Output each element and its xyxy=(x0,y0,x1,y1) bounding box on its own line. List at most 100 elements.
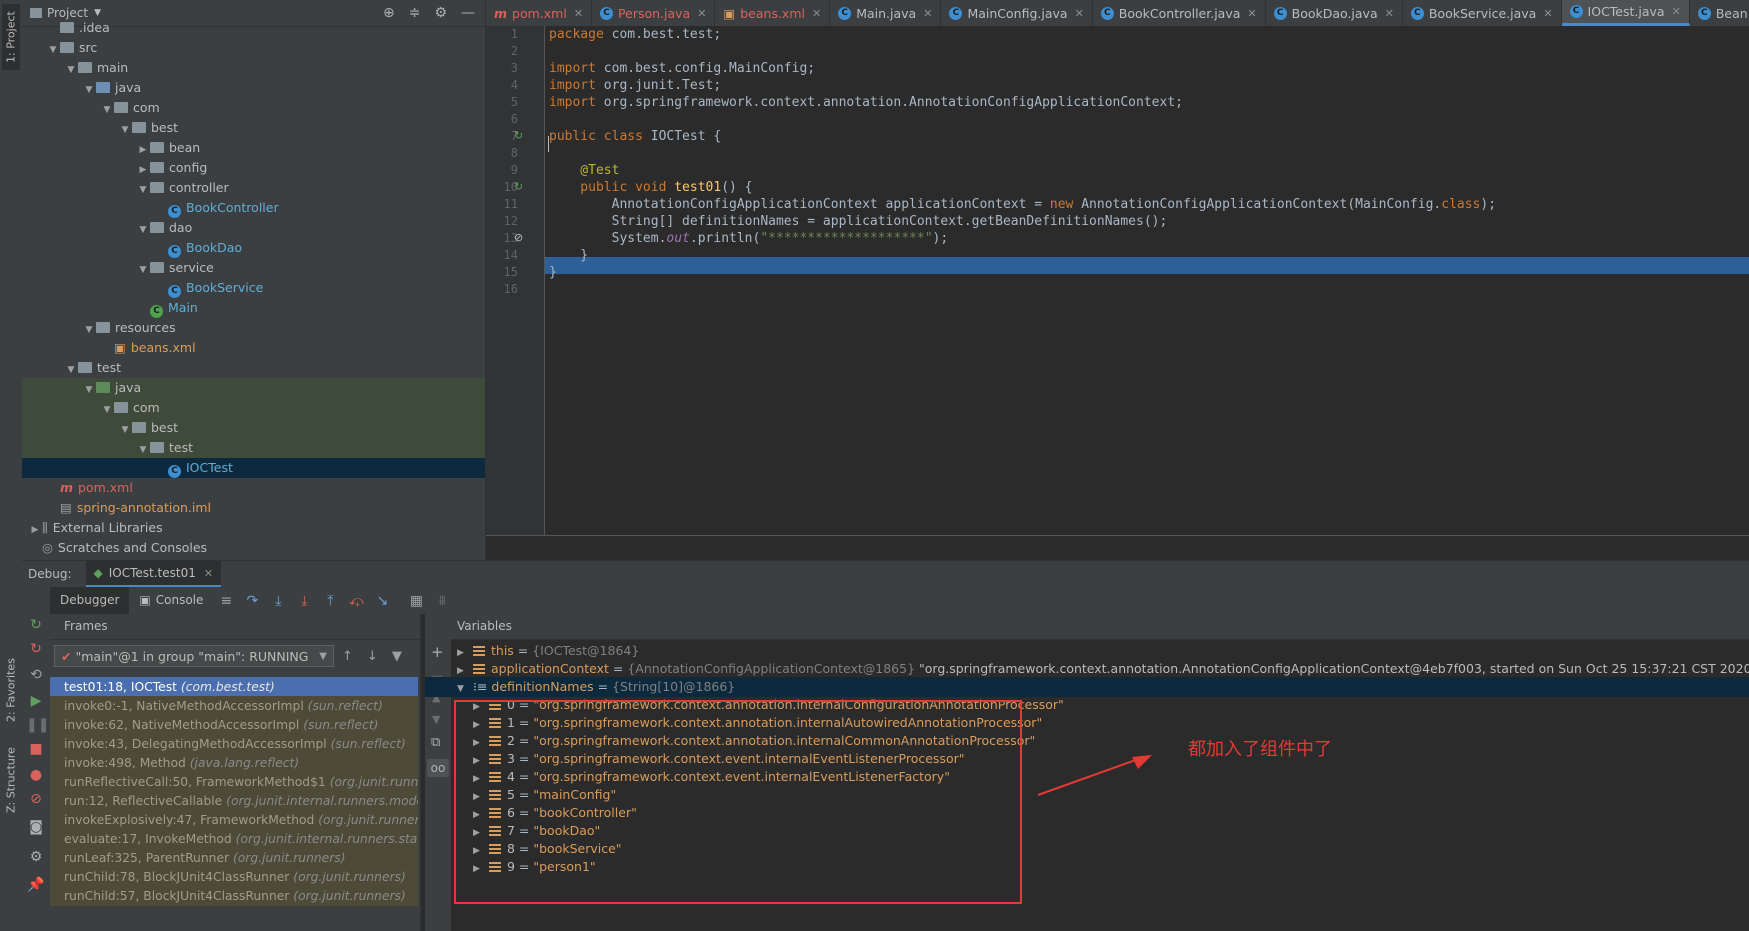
drop-frame-icon[interactable]: ⤽ xyxy=(343,593,369,609)
chevron-down-icon[interactable]: ▼ xyxy=(82,80,96,100)
variable-row[interactable]: ▶ this = {IOCTest@1864} xyxy=(457,641,639,661)
run-gutter-icon[interactable]: ↻ xyxy=(514,180,523,193)
tree-item[interactable]: ▶ config xyxy=(22,158,485,178)
tree-item[interactable]: ▼ best xyxy=(22,118,485,138)
close-icon[interactable]: ✕ xyxy=(697,7,706,20)
editor-tab[interactable]: ▣ beans.xml ✕ xyxy=(715,0,831,26)
chevron-right-icon[interactable]: ▶ xyxy=(136,160,150,180)
tree-item[interactable]: ▼ service xyxy=(22,258,485,278)
frame-row[interactable]: invoke:62, NativeMethodAccessorImpl (sun… xyxy=(50,715,418,735)
pin-icon[interactable]: 📌 xyxy=(26,877,46,893)
rerun-failed-icon[interactable]: ↻ xyxy=(26,641,46,657)
frame-row[interactable]: runChild:78, BlockJUnit4ClassRunner (org… xyxy=(50,867,418,887)
restore-layout-icon[interactable]: ⟲ xyxy=(26,667,46,683)
move-down-icon[interactable]: ▼ xyxy=(432,713,440,726)
stop-icon[interactable]: ■ xyxy=(26,741,46,757)
close-icon[interactable]: ✕ xyxy=(1247,7,1256,20)
chevron-down-icon[interactable]: ▼ xyxy=(136,220,150,240)
close-icon[interactable]: ✕ xyxy=(204,567,213,580)
editor-tab[interactable]: C BookController.java ✕ xyxy=(1093,0,1266,26)
rerun-icon[interactable]: ↻ xyxy=(26,617,46,633)
chevron-down-icon[interactable]: ▼ xyxy=(94,8,101,18)
settings-icon[interactable]: ⚙ xyxy=(26,849,46,865)
tree-item[interactable]: .idea xyxy=(22,18,485,38)
chevron-right-icon[interactable]: ▶ xyxy=(28,520,42,540)
tree-item[interactable]: ▶ ⫼ External Libraries xyxy=(22,518,485,538)
tree-item[interactable]: m pom.xml xyxy=(22,478,485,498)
glasses-icon[interactable]: oo xyxy=(427,759,449,777)
close-icon[interactable]: ✕ xyxy=(1672,5,1681,18)
frame-row[interactable]: invoke:43, DelegatingMethodAccessorImpl … xyxy=(50,734,418,754)
debug-session-tab[interactable]: ◆ IOCTest.test01 ✕ xyxy=(85,561,222,587)
chevron-down-icon[interactable]: ▼ xyxy=(82,320,96,340)
frame-row[interactable]: invoke0:-1, NativeMethodAccessorImpl (su… xyxy=(50,696,418,716)
tree-item[interactable]: ▼ main xyxy=(22,58,485,78)
tab-debugger[interactable]: Debugger xyxy=(50,587,130,614)
editor-tab[interactable]: C MainConfig.java ✕ xyxy=(941,0,1093,26)
frame-row[interactable]: evaluate:17, InvokeMethod (org.junit.int… xyxy=(50,829,418,849)
tree-item[interactable]: ▼ test xyxy=(22,358,485,378)
editor-tab[interactable]: CBean.class✕ xyxy=(1690,0,1749,26)
frame-row[interactable]: invokeExplosively:47, FrameworkMethod (o… xyxy=(50,810,418,830)
editor-tab[interactable]: C BookService.java ✕ xyxy=(1403,0,1562,26)
chevron-down-icon[interactable]: ▼ xyxy=(100,400,114,420)
tree-item[interactable]: C Main xyxy=(22,298,485,318)
camera-icon[interactable]: ◙ xyxy=(26,819,46,835)
tree-item[interactable]: ▼ resources xyxy=(22,318,485,338)
tree-item[interactable]: ▼ com xyxy=(22,398,485,418)
frame-row[interactable]: run:12, ReflectiveCallable (org.junit.in… xyxy=(50,791,418,811)
close-icon[interactable]: ✕ xyxy=(1075,7,1084,20)
tree-item[interactable]: ▼ src xyxy=(22,38,485,58)
frame-row[interactable]: runLeaf:325, ParentRunner (org.junit.run… xyxy=(50,848,418,868)
chevron-down-icon[interactable]: ▼ xyxy=(82,380,96,400)
tab-console[interactable]: ▣ Console xyxy=(129,587,213,614)
tree-item[interactable]: ▼ java xyxy=(22,378,485,398)
filter-icon[interactable]: ▼ xyxy=(392,649,402,664)
arrow-down-icon[interactable]: ↓ xyxy=(367,649,378,664)
close-icon[interactable]: ✕ xyxy=(1385,7,1394,20)
resume-icon[interactable]: ▶ xyxy=(26,693,46,709)
view-breakpoints-icon[interactable]: ● xyxy=(26,767,46,783)
frame-row[interactable]: runReflectiveCall:50, FrameworkMethod$1 … xyxy=(50,772,418,792)
chevron-down-icon[interactable]: ▼ xyxy=(136,260,150,280)
chevron-down-icon[interactable]: ▼ xyxy=(136,440,150,460)
project-tool-tab[interactable]: 1: Project xyxy=(2,4,20,70)
thread-selector[interactable]: ✔ "main"@1 in group "main": RUNNING ▼ xyxy=(54,645,334,667)
code-editor[interactable]: package com.best.test; import com.best.c… xyxy=(545,26,1749,540)
breakpoint-disabled-icon[interactable]: ⊘ xyxy=(514,231,523,244)
trace-icon[interactable]: ⩩ xyxy=(429,593,455,609)
variable-row[interactable]: ▼ ⁝≡ definitionNames = {String[10]@1866} xyxy=(425,677,1749,697)
tree-item[interactable]: ▼ dao xyxy=(22,218,485,238)
chevron-down-icon[interactable]: ▼ xyxy=(118,420,132,440)
tree-item[interactable]: ▼ best xyxy=(22,418,485,438)
editor-tab[interactable]: C Person.java ✕ xyxy=(592,0,716,26)
tree-item[interactable]: ▣ beans.xml xyxy=(22,338,485,358)
close-icon[interactable]: ✕ xyxy=(574,7,583,20)
menu-icon[interactable]: ≡ xyxy=(213,593,239,609)
chevron-down-icon[interactable]: ▼ xyxy=(118,120,132,140)
chevron-down-icon[interactable]: ▼ xyxy=(64,60,78,80)
close-icon[interactable]: ✕ xyxy=(923,7,932,20)
tree-item[interactable]: C BookDao xyxy=(22,238,485,258)
tree-item[interactable]: ▼ controller xyxy=(22,178,485,198)
tree-item[interactable]: C BookController xyxy=(22,198,485,218)
tree-item[interactable]: ▼ java xyxy=(22,78,485,98)
frame-row[interactable]: invoke:498, Method (java.lang.reflect) xyxy=(50,753,418,773)
chevron-down-icon[interactable]: ▼ xyxy=(64,360,78,380)
variable-row[interactable]: ▶ applicationContext = {AnnotationConfigA… xyxy=(457,659,1749,679)
pause-icon[interactable]: ❚❚ xyxy=(26,717,49,733)
frame-row[interactable]: test01:18, IOCTest (com.best.test) xyxy=(50,677,418,697)
step-into-icon[interactable]: ⤓ xyxy=(265,593,291,609)
step-out-icon[interactable]: ⤒ xyxy=(317,593,343,609)
close-icon[interactable]: ✕ xyxy=(812,7,821,20)
tree-item[interactable]: ▼ com xyxy=(22,98,485,118)
chevron-down-icon[interactable]: ▼ xyxy=(100,100,114,120)
editor-tab[interactable]: C BookDao.java ✕ xyxy=(1266,0,1403,26)
editor-tab[interactable]: C Main.java ✕ xyxy=(830,0,942,26)
structure-tool-tab[interactable]: Z: Structure xyxy=(2,740,20,820)
mute-breakpoints-icon[interactable]: ⊘ xyxy=(26,791,46,807)
chevron-down-icon[interactable]: ▼ xyxy=(46,40,60,60)
tree-item[interactable]: C IOCTest xyxy=(22,458,485,478)
close-icon[interactable]: ✕ xyxy=(1543,7,1552,20)
tree-item[interactable]: ▤ spring-annotation.iml xyxy=(22,498,485,518)
